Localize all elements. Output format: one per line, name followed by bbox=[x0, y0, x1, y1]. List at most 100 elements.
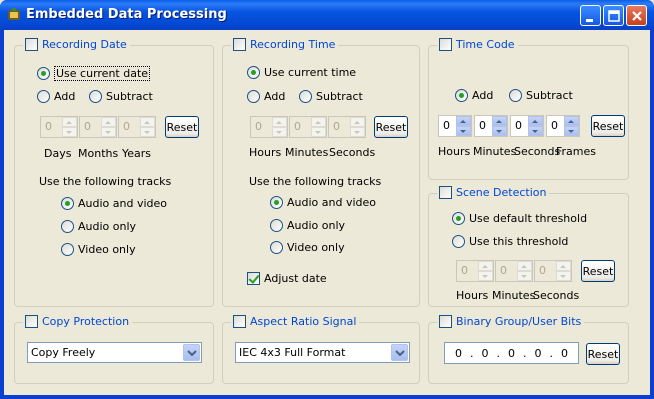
time-add-radio[interactable]: Add bbox=[247, 90, 285, 103]
timecode-hours-spinner[interactable]: 0 bbox=[438, 115, 472, 137]
spinner-arrows[interactable] bbox=[62, 117, 77, 137]
time-code-group: Time Code Add Subtract 0 0 0 0 Reset Hou… bbox=[428, 38, 629, 180]
copy-protection-toggle[interactable]: Copy Protection bbox=[23, 315, 133, 328]
scene-minutes-spinner[interactable]: 0 bbox=[495, 260, 533, 282]
timecode-reset-button[interactable]: Reset bbox=[591, 115, 625, 137]
octet-value[interactable]: 0 bbox=[508, 347, 515, 360]
scene-reset-button[interactable]: Reset bbox=[581, 260, 615, 282]
binary-reset-button[interactable]: Reset bbox=[586, 343, 620, 365]
radio-label: Add bbox=[264, 90, 286, 103]
dialog-client: Recording Date Use current date Add Subt… bbox=[4, 30, 650, 395]
spinner-arrows[interactable] bbox=[101, 117, 116, 137]
time-track-video-only-radio[interactable]: Video only bbox=[270, 241, 345, 254]
spinner-arrows[interactable] bbox=[140, 117, 155, 137]
scene-seconds-spinner[interactable]: 0 bbox=[534, 260, 572, 282]
time-minutes-spinner[interactable]: 0 bbox=[289, 116, 327, 138]
octet-value[interactable]: 0 bbox=[561, 347, 568, 360]
days-spinner[interactable]: 0 bbox=[40, 116, 78, 138]
spinner-arrows[interactable] bbox=[556, 261, 571, 281]
recording-time-group: Recording Time Use current time Add Subt… bbox=[222, 38, 420, 307]
copy-protection-select[interactable]: Copy Freely bbox=[27, 342, 202, 363]
timecode-hours-label: Hours bbox=[438, 145, 471, 158]
time-reset-button[interactable]: Reset bbox=[374, 116, 408, 138]
scene-detection-toggle[interactable]: Scene Detection bbox=[437, 186, 550, 199]
date-track-audio-video-radio[interactable]: Audio and video bbox=[61, 197, 167, 210]
timecode-seconds-spinner[interactable]: 0 bbox=[510, 115, 544, 137]
spinner-value: 0 bbox=[461, 264, 468, 277]
aspect-ratio-checkbox[interactable] bbox=[233, 315, 246, 328]
spinner-arrows[interactable] bbox=[272, 117, 287, 137]
aspect-ratio-select[interactable]: IEC 4x3 Full Format bbox=[235, 342, 410, 363]
octet-value[interactable]: 0 bbox=[535, 347, 542, 360]
spinner-arrows[interactable] bbox=[311, 117, 326, 137]
binary-group-checkbox[interactable] bbox=[439, 315, 452, 328]
timecode-minutes-spinner[interactable]: 0 bbox=[474, 115, 508, 137]
dialog-window: Embedded Data Processing Recording Date … bbox=[0, 0, 654, 399]
radio-label: Subtract bbox=[316, 90, 363, 103]
radio-indicator bbox=[37, 90, 50, 103]
time-code-checkbox[interactable] bbox=[439, 38, 452, 51]
use-current-date-radio[interactable]: Use current date bbox=[37, 66, 151, 81]
binary-group-toggle[interactable]: Binary Group/User Bits bbox=[437, 315, 585, 328]
spinner-arrows[interactable] bbox=[350, 117, 365, 137]
octet-separator: . bbox=[470, 346, 474, 360]
spinner-arrows[interactable] bbox=[456, 116, 471, 136]
default-threshold-radio[interactable]: Use default threshold bbox=[452, 212, 587, 225]
recording-date-toggle[interactable]: Recording Date bbox=[23, 38, 130, 51]
scene-detection-checkbox[interactable] bbox=[439, 186, 452, 199]
adjust-date-checkbox[interactable]: Adjust date bbox=[247, 272, 327, 285]
radio-indicator bbox=[270, 219, 283, 232]
scene-hours-spinner[interactable]: 0 bbox=[456, 260, 494, 282]
recording-time-label: Recording Time bbox=[250, 38, 336, 51]
scene-seconds-label: Seconds bbox=[533, 289, 580, 302]
chevron-down-icon bbox=[395, 350, 405, 357]
dropdown-button[interactable] bbox=[391, 344, 408, 361]
spinner-value: 0 bbox=[294, 120, 301, 133]
date-reset-button[interactable]: Reset bbox=[165, 116, 199, 138]
maximize-button[interactable] bbox=[603, 5, 624, 26]
recording-date-checkbox[interactable] bbox=[25, 38, 38, 51]
close-icon bbox=[632, 11, 642, 21]
aspect-ratio-toggle[interactable]: Aspect Ratio Signal bbox=[231, 315, 360, 328]
spinner-arrows[interactable] bbox=[492, 116, 507, 136]
octet-separator: . bbox=[496, 346, 501, 360]
time-seconds-spinner[interactable]: 0 bbox=[328, 116, 366, 138]
timecode-add-radio[interactable]: Add bbox=[455, 89, 493, 102]
hours-label: Hours bbox=[249, 146, 282, 159]
spinner-arrows[interactable] bbox=[564, 116, 579, 136]
date-add-radio[interactable]: Add bbox=[37, 90, 75, 103]
time-track-audio-only-radio[interactable]: Audio only bbox=[270, 219, 345, 232]
recording-time-checkbox[interactable] bbox=[233, 38, 246, 51]
time-code-toggle[interactable]: Time Code bbox=[437, 38, 518, 51]
spinner-arrows[interactable] bbox=[517, 261, 532, 281]
minimize-icon bbox=[586, 19, 593, 22]
copy-protection-checkbox[interactable] bbox=[25, 315, 38, 328]
years-spinner[interactable]: 0 bbox=[118, 116, 156, 138]
minimize-button[interactable] bbox=[580, 5, 601, 26]
timecode-frames-spinner[interactable]: 0 bbox=[546, 115, 580, 137]
use-current-time-radio[interactable]: Use current time bbox=[247, 66, 356, 79]
octet-value[interactable]: 0 bbox=[455, 347, 462, 360]
date-track-audio-only-radio[interactable]: Audio only bbox=[61, 220, 136, 233]
time-subtract-radio[interactable]: Subtract bbox=[299, 90, 363, 103]
timecode-minutes-label: Minutes bbox=[473, 145, 517, 158]
title-bar[interactable]: Embedded Data Processing bbox=[0, 0, 654, 30]
time-hours-spinner[interactable]: 0 bbox=[250, 116, 288, 138]
radio-label: Video only bbox=[287, 241, 345, 254]
spinner-value: 0 bbox=[443, 119, 450, 132]
user-bits-input[interactable]: 0 . 0 . 0 . 0 . 0 bbox=[444, 342, 579, 364]
recording-time-toggle[interactable]: Recording Time bbox=[231, 38, 339, 51]
time-track-audio-video-radio[interactable]: Audio and video bbox=[270, 196, 376, 209]
octet-value[interactable]: 0 bbox=[482, 347, 489, 360]
months-spinner[interactable]: 0 bbox=[79, 116, 117, 138]
spinner-value: 0 bbox=[84, 120, 91, 133]
date-track-video-only-radio[interactable]: Video only bbox=[61, 243, 136, 256]
timecode-subtract-radio[interactable]: Subtract bbox=[509, 89, 573, 102]
this-threshold-radio[interactable]: Use this threshold bbox=[452, 235, 568, 248]
years-label: Years bbox=[122, 147, 152, 160]
spinner-arrows[interactable] bbox=[478, 261, 493, 281]
spinner-arrows[interactable] bbox=[528, 116, 543, 136]
date-subtract-radio[interactable]: Subtract bbox=[89, 90, 153, 103]
close-button[interactable] bbox=[626, 5, 647, 26]
dropdown-button[interactable] bbox=[183, 344, 200, 361]
